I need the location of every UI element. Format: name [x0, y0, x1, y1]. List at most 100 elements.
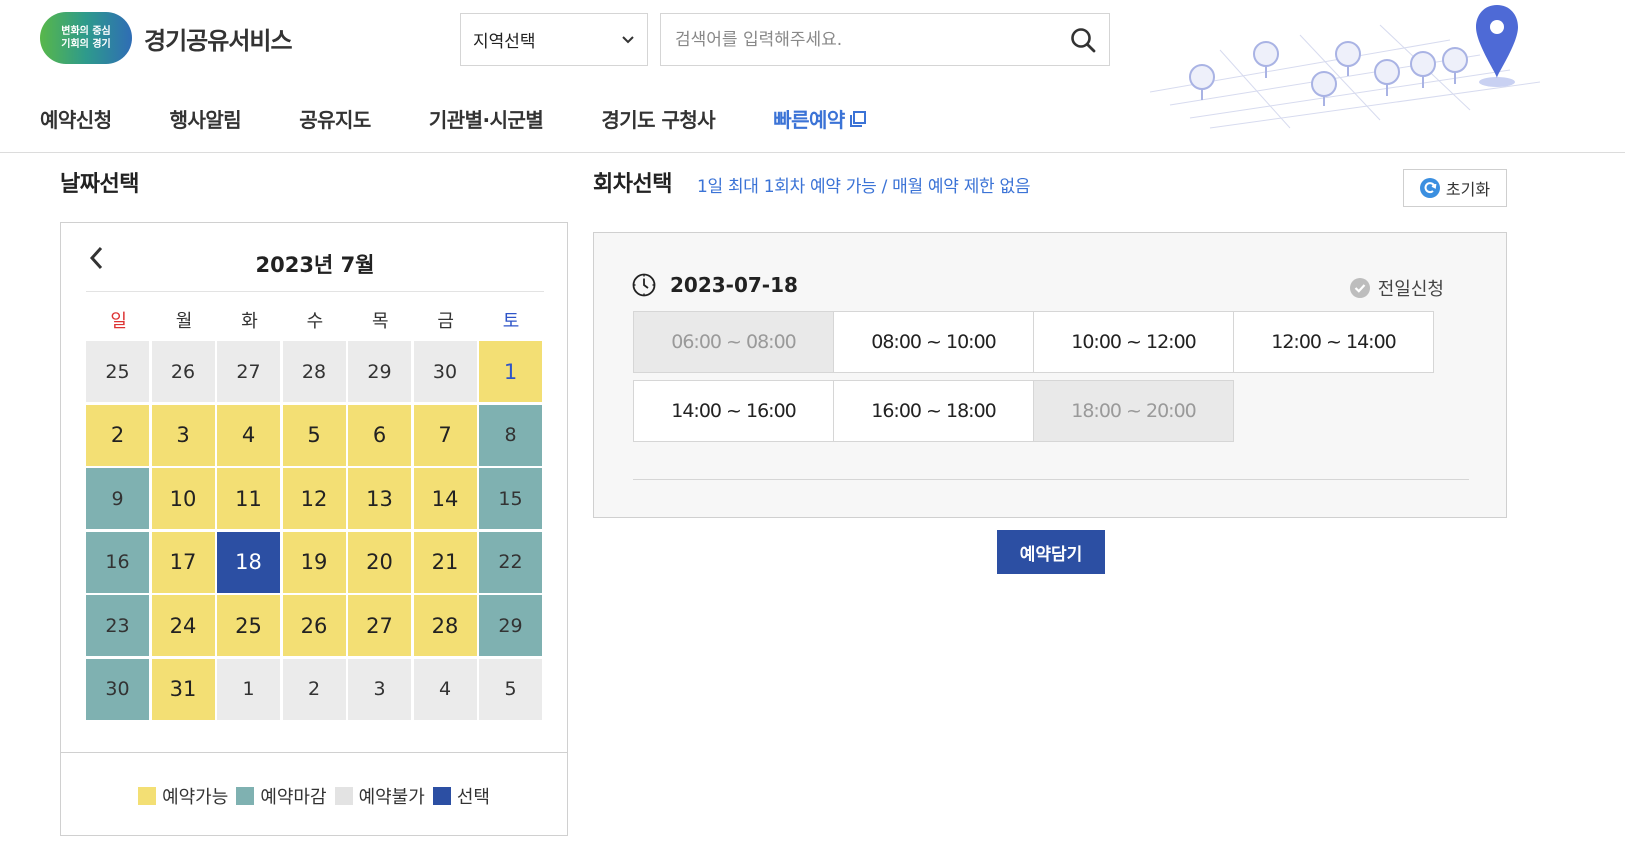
- calendar-day[interactable]: 2: [86, 404, 149, 466]
- logo-badge-line2: 기회의 경기: [61, 39, 111, 50]
- calendar-day: 27: [217, 341, 280, 402]
- calendar-day: 30: [413, 341, 477, 402]
- calendar-day[interactable]: 3: [151, 404, 215, 466]
- weekday-label: 일: [110, 311, 127, 332]
- calendar-day: 22: [479, 531, 542, 593]
- legend-divider: [61, 752, 567, 753]
- region-select-value: 지역선택: [473, 32, 536, 52]
- calendar-day[interactable]: 11: [217, 468, 280, 529]
- calendar-day[interactable]: 10: [151, 468, 215, 529]
- calendar-day: 25: [86, 341, 149, 402]
- calendar-day[interactable]: 19: [282, 531, 346, 593]
- time-slot-button: 06:00 ~ 08:00: [633, 311, 834, 373]
- reset-button[interactable]: 초기화: [1403, 169, 1507, 207]
- weekday-label: 금: [437, 311, 454, 332]
- calendar-divider: [86, 291, 544, 292]
- calendar-day: 30: [86, 658, 149, 720]
- legend-swatch: [138, 787, 157, 805]
- reset-button-label: 초기화: [1445, 180, 1491, 199]
- calendar-day[interactable]: 28: [413, 595, 477, 656]
- legend-swatch: [432, 787, 451, 805]
- time-slot-button[interactable]: 14:00 ~ 16:00: [633, 380, 834, 442]
- calendar-day[interactable]: 4: [217, 404, 280, 466]
- time-slot-button[interactable]: 08:00 ~ 10:00: [833, 311, 1034, 373]
- calendar-day: 9: [86, 468, 149, 529]
- calendar-day[interactable]: 18: [217, 531, 280, 593]
- legend-item: 예약마감: [236, 783, 327, 809]
- legend-label: 선택: [456, 787, 490, 808]
- calendar-day[interactable]: 6: [348, 404, 411, 466]
- all-day-checkbox[interactable]: 전일신청: [1349, 275, 1444, 301]
- calendar-day: 29: [348, 341, 411, 402]
- calendar-day[interactable]: 20: [348, 531, 411, 593]
- calendar-day[interactable]: 13: [348, 468, 411, 529]
- nav-item-gyeonggi-office[interactable]: 경기도 구청사: [601, 104, 715, 133]
- calendar-grid: 25 26 27 28 29 30 1 2 3 4 5 6 7 8 9 10 11 12 13 14 15 16 17 18 1…: [86, 341, 544, 720]
- nav-item-by-agency[interactable]: 기관별·시군별: [429, 104, 544, 133]
- legend-swatch: [236, 787, 255, 805]
- weekday-label: 월: [175, 311, 193, 332]
- calendar-day[interactable]: 31: [151, 658, 215, 720]
- calendar-day: 2: [282, 658, 346, 720]
- calendar-day[interactable]: 7: [413, 404, 477, 466]
- site-header: 변화의 중심 기회의 경기 경기공유서비스 지역선택 검색어를 입력해주세요. …: [0, 0, 1625, 153]
- calendar-day[interactable]: 14: [413, 468, 477, 529]
- time-slot-button[interactable]: 12:00 ~ 14:00: [1233, 311, 1434, 373]
- logo-text: 경기공유서비스: [144, 26, 293, 55]
- date-section-title: 날짜선택: [60, 172, 139, 197]
- calendar-month: 2023년 7월: [255, 253, 375, 277]
- round-section-title: 회차선택: [593, 172, 672, 197]
- weekday-label: 목: [371, 311, 389, 332]
- nav-item-events[interactable]: 행사알림: [170, 104, 242, 133]
- calendar-day[interactable]: 26: [282, 595, 346, 656]
- legend-label: 예약불가: [358, 787, 425, 808]
- time-slot-button[interactable]: 16:00 ~ 18:00: [833, 380, 1034, 442]
- calendar-day: 29: [479, 595, 542, 656]
- round-section-note: 1일 최대 1회차 예약 가능 / 매월 예약 제한 없음: [697, 177, 1031, 197]
- calendar-day[interactable]: 25: [217, 595, 280, 656]
- time-slot-grid: 06:00 ~ 08:00 08:00 ~ 10:00 10:00 ~ 12:00 1…: [633, 311, 1434, 442]
- region-select[interactable]: 지역선택: [460, 13, 648, 66]
- legend-swatch: [334, 787, 353, 805]
- legend-item: 예약가능: [138, 783, 228, 809]
- nav-item-quick-reservation[interactable]: 빠른예약: [773, 104, 867, 133]
- main-nav: 예약신청 행사알림 공유지도 기관별·시군별 경기도 구청사 빠른예약: [40, 104, 925, 133]
- nav-item-map[interactable]: 공유지도: [299, 104, 371, 133]
- logo-badge-line1: 변화의 중심: [61, 26, 111, 37]
- logo-badge: 변화의 중심 기회의 경기: [40, 12, 132, 64]
- calendar-day[interactable]: 12: [282, 468, 346, 529]
- time-slot-button[interactable]: 10:00 ~ 12:00: [1033, 311, 1234, 373]
- site-logo[interactable]: 변화의 중심 기회의 경기 경기공유서비스: [40, 12, 293, 64]
- calendar-day: 26: [151, 341, 215, 402]
- chevron-down-icon: [622, 35, 634, 43]
- legend-item: 예약불가: [334, 783, 425, 809]
- search-input[interactable]: [675, 29, 1055, 50]
- weekday-label: 토: [502, 311, 520, 332]
- nav-item-reservation[interactable]: 예약신청: [40, 104, 112, 133]
- calendar-day[interactable]: 24: [151, 595, 215, 656]
- check-circle-icon: [1349, 278, 1370, 298]
- calendar-day[interactable]: 17: [151, 531, 215, 593]
- quick-reservation-label: 빠른예약: [773, 108, 845, 132]
- calendar-day[interactable]: 21: [413, 531, 477, 593]
- add-reservation-button[interactable]: 예약담기: [997, 530, 1105, 574]
- calendar-day[interactable]: 27: [348, 595, 411, 656]
- calendar-day: 1: [217, 658, 280, 720]
- all-day-label: 전일신청: [1377, 279, 1444, 300]
- calendar-day: 15: [479, 468, 542, 529]
- calendar-day: 23: [86, 595, 149, 656]
- round-divider: [633, 479, 1469, 480]
- calendar-day[interactable]: 5: [282, 404, 346, 466]
- weekday-header: 일 월 화 수 목 금 토: [86, 307, 544, 333]
- legend-label: 예약가능: [162, 787, 229, 808]
- time-slot-button: 18:00 ~ 20:00: [1033, 380, 1234, 442]
- calendar-panel: 2023년 7월 일 월 화 수 목 금 토 25 26 27 28 29 30 1 2 3 4 5…: [60, 222, 568, 836]
- legend-item: 선택: [432, 783, 490, 809]
- weekday-label: 화: [241, 311, 258, 332]
- search-box: [660, 13, 1110, 66]
- calendar-day: 16: [86, 531, 149, 593]
- legend-label: 예약마감: [260, 787, 327, 808]
- calendar-day: 28: [282, 341, 346, 402]
- calendar-day[interactable]: 1: [479, 341, 542, 402]
- search-icon[interactable]: [1069, 26, 1097, 54]
